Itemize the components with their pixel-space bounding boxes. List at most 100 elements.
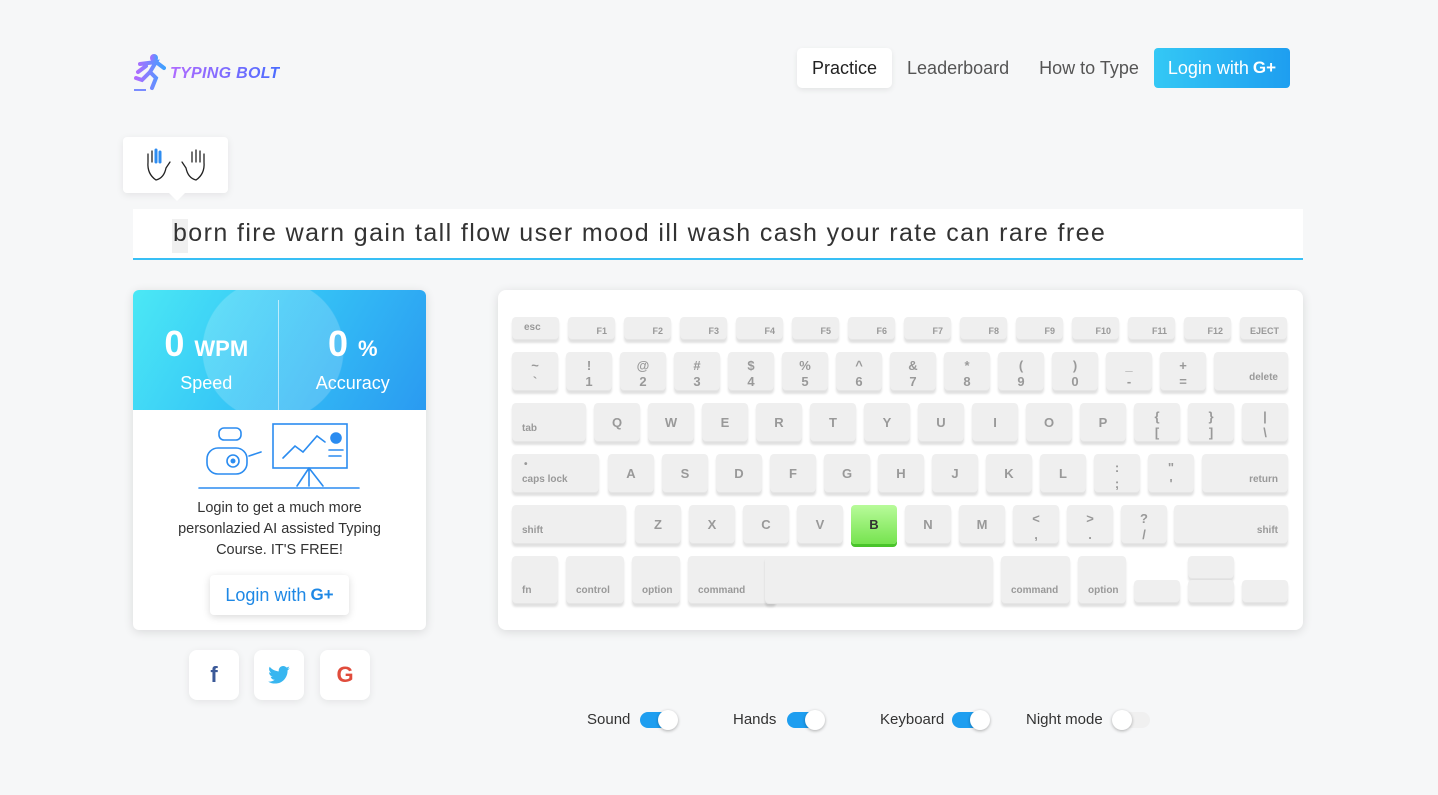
key-return[interactable]: return (1202, 454, 1288, 493)
key-f2[interactable]: F2 (624, 317, 671, 340)
key-sym[interactable]: ? / (1121, 505, 1167, 544)
key-delete[interactable]: delete (1214, 352, 1288, 391)
key-1[interactable]: ! 1 (566, 352, 612, 391)
key-f9[interactable]: F9 (1016, 317, 1063, 340)
key-sym[interactable]: " ' (1148, 454, 1194, 493)
key-arrow-left[interactable] (1134, 580, 1180, 603)
key-eject[interactable]: EJECT (1240, 317, 1287, 340)
night-mode-toggle[interactable] (1112, 710, 1150, 730)
key-control-1[interactable]: control (566, 556, 624, 604)
sound-toggle[interactable] (640, 710, 678, 730)
key-h[interactable]: H (878, 454, 924, 493)
nav-practice[interactable]: Practice (797, 48, 893, 88)
key-sym[interactable]: {[ (1134, 403, 1180, 442)
key-0[interactable]: ) 0 (1052, 352, 1098, 391)
key-command-4[interactable]: command (1001, 556, 1070, 604)
key-y[interactable]: Y (864, 403, 910, 442)
key-n[interactable]: N (905, 505, 951, 544)
key-caps-lock[interactable]: • caps lock (512, 454, 599, 493)
key-f6[interactable]: F6 (848, 317, 895, 340)
key-f12[interactable]: F12 (1184, 317, 1231, 340)
key-d[interactable]: D (716, 454, 762, 493)
key-s[interactable]: S (662, 454, 708, 493)
key-f7[interactable]: F7 (904, 317, 951, 340)
key-m[interactable]: M (959, 505, 1005, 544)
hands-toggle[interactable] (787, 710, 825, 730)
key-8[interactable]: * 8 (944, 352, 990, 391)
key-k[interactable]: K (986, 454, 1032, 493)
key-f10[interactable]: F10 (1072, 317, 1119, 340)
key-sym[interactable]: <, (1013, 505, 1059, 544)
logo[interactable]: TYPING BOLT (132, 52, 280, 92)
key-sym[interactable]: }] (1188, 403, 1234, 442)
nav-how-to-type[interactable]: How to Type (1024, 48, 1154, 88)
key-a[interactable]: A (608, 454, 654, 493)
key-l[interactable]: L (1040, 454, 1086, 493)
sound-toggle-label: Sound (587, 711, 631, 728)
key-g[interactable]: G (824, 454, 870, 493)
key-option-5[interactable]: option (1078, 556, 1126, 604)
key-i[interactable]: I (972, 403, 1018, 442)
key-sym[interactable]: ~ ` (512, 352, 558, 391)
key-tab[interactable]: tab (512, 403, 586, 442)
key-c[interactable]: C (743, 505, 789, 544)
key-3[interactable]: #3 (674, 352, 720, 391)
key-shift-left[interactable]: shift (512, 505, 626, 544)
key-command-3[interactable]: command (688, 556, 776, 604)
key-w[interactable]: W (648, 403, 694, 442)
twitter-button[interactable] (254, 650, 304, 700)
key-space[interactable] (765, 556, 993, 604)
key-f3[interactable]: F3 (680, 317, 727, 340)
key-sym[interactable]: | \ (1242, 403, 1288, 442)
key-9[interactable]: (9 (998, 352, 1044, 391)
facebook-button[interactable]: f (189, 650, 239, 700)
key-u[interactable]: U (918, 403, 964, 442)
key-x[interactable]: X (689, 505, 735, 544)
key-b[interactable]: B (851, 505, 897, 544)
key-f4[interactable]: F4 (736, 317, 783, 340)
key-j[interactable]: J (932, 454, 978, 493)
card-login-button[interactable]: Login with G+ (210, 575, 349, 615)
key-arrow-down[interactable] (1188, 580, 1234, 603)
key-sym[interactable]: >. (1067, 505, 1113, 544)
key-arrow-right[interactable] (1242, 580, 1288, 603)
key-6[interactable]: ^ 6 (836, 352, 882, 391)
key-fn-0[interactable]: fn (512, 556, 558, 604)
key-r[interactable]: R (756, 403, 802, 442)
key-2[interactable]: @2 (620, 352, 666, 391)
main-nav: Practice Leaderboard How to Type Login w… (797, 48, 1291, 88)
key-4[interactable]: $4 (728, 352, 774, 391)
key-esc[interactable]: esc (512, 317, 559, 340)
header-login-button[interactable]: Login with G+ (1153, 48, 1291, 88)
key-z[interactable]: Z (635, 505, 681, 544)
key-f11[interactable]: F11 (1128, 317, 1175, 340)
key-label: S (680, 465, 690, 481)
key-t[interactable]: T (810, 403, 856, 442)
key-e[interactable]: E (702, 403, 748, 442)
key-label: EJECT (1249, 326, 1279, 336)
key-label: shift (1256, 525, 1278, 536)
facebook-icon: f (210, 662, 218, 687)
key-v[interactable]: V (797, 505, 843, 544)
key-5[interactable]: % 5 (782, 352, 828, 391)
key-f5[interactable]: F5 (792, 317, 839, 340)
key-sym[interactable]: + = (1160, 352, 1206, 391)
key-option-2[interactable]: option (632, 556, 680, 604)
key-q[interactable]: Q (594, 403, 640, 442)
google-button[interactable]: G (320, 650, 370, 700)
nav-leaderboard[interactable]: Leaderboard (892, 48, 1024, 88)
key-f1[interactable]: F1 (568, 317, 615, 340)
key-7[interactable]: & 7 (890, 352, 936, 391)
key-arrow-up[interactable] (1188, 556, 1234, 579)
key-f[interactable]: F (770, 454, 816, 493)
key-label: E (720, 414, 730, 430)
key-sym[interactable]: _ - (1106, 352, 1152, 391)
typing-area[interactable]: born fire warn gain tall flow user mood … (133, 209, 1303, 260)
keyboard-toggle[interactable] (952, 710, 990, 730)
key-p[interactable]: P (1080, 403, 1126, 442)
key-shift-right[interactable]: shift (1174, 505, 1288, 544)
key-label: | \ (1263, 409, 1267, 440)
key-o[interactable]: O (1026, 403, 1072, 442)
key-sym[interactable]: :; (1094, 454, 1140, 493)
key-f8[interactable]: F8 (960, 317, 1007, 340)
